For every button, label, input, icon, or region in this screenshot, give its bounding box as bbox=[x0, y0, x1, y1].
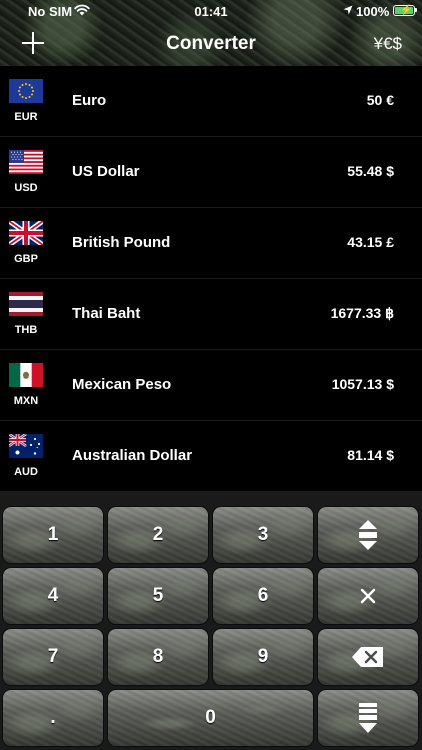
backspace-button[interactable] bbox=[317, 628, 419, 686]
currency-row-eur[interactable]: EUR Euro 50 € bbox=[0, 66, 422, 137]
currency-amount: 50 € bbox=[366, 92, 394, 108]
currency-amount: 1057.13 $ bbox=[331, 376, 394, 392]
key-7[interactable]: 7 bbox=[2, 628, 104, 686]
swap-button[interactable] bbox=[317, 506, 419, 564]
key-6[interactable]: 6 bbox=[212, 567, 314, 625]
currency-amount: 43.15 £ bbox=[347, 234, 394, 250]
currency-code: AUD bbox=[14, 466, 38, 478]
currency-row-usd[interactable]: USD US Dollar 55.48 $ bbox=[0, 137, 422, 208]
key-9[interactable]: 9 bbox=[212, 628, 314, 686]
currency-row-thb[interactable]: THB Thai Baht 1677.33 ฿ bbox=[0, 279, 422, 350]
uk-flag-icon bbox=[9, 221, 43, 245]
currency-name: Euro bbox=[72, 92, 107, 109]
currency-name: Australian Dollar bbox=[72, 447, 193, 464]
key-4[interactable]: 4 bbox=[2, 567, 104, 625]
currency-name: Mexican Peso bbox=[72, 376, 172, 393]
location-arrow-icon bbox=[343, 5, 353, 15]
key-5[interactable]: 5 bbox=[107, 567, 209, 625]
currency-code: MXN bbox=[13, 395, 39, 407]
page-title: Converter bbox=[166, 33, 256, 54]
nav-bar: Converter ¥€$ bbox=[0, 22, 422, 66]
currency-amount: 1677.33 ฿ bbox=[330, 305, 394, 321]
us-flag-icon bbox=[9, 150, 43, 174]
australia-flag-icon bbox=[9, 434, 43, 458]
thai-flag-icon bbox=[9, 292, 43, 316]
keypad: 1 2 3 4 5 6 7 8 9 . 0 bbox=[0, 492, 422, 750]
key-8[interactable]: 8 bbox=[107, 628, 209, 686]
currency-amount: 55.48 $ bbox=[347, 163, 394, 179]
currency-select-button[interactable]: ¥€$ bbox=[374, 34, 402, 54]
currency-name: Thai Baht bbox=[72, 305, 141, 322]
currency-row-aud[interactable]: AUD Australian Dollar 81.14 $ bbox=[0, 421, 422, 492]
collapse-button[interactable] bbox=[317, 689, 419, 747]
key-1[interactable]: 1 bbox=[2, 506, 104, 564]
battery-percent: 100% bbox=[356, 4, 390, 19]
battery-tip bbox=[415, 8, 417, 12]
currency-name: British Pound bbox=[72, 234, 171, 251]
currency-code: USD bbox=[14, 182, 38, 194]
header: No SIM 01:41 100% ⚡ Converter ¥€$ bbox=[0, 0, 422, 66]
mexico-flag-icon bbox=[9, 363, 43, 387]
key-2[interactable]: 2 bbox=[107, 506, 209, 564]
currency-row-gbp[interactable]: GBP British Pound 43.15 £ bbox=[0, 208, 422, 279]
battery-icon: ⚡ bbox=[393, 5, 415, 16]
currency-list: EUR Euro 50 € USD US Dollar 55.48 $ GBP … bbox=[0, 66, 422, 492]
status-bar: No SIM 01:41 100% ⚡ bbox=[0, 0, 422, 22]
eu-flag-icon bbox=[9, 79, 43, 103]
currency-code: EUR bbox=[14, 111, 38, 123]
currency-amount: 81.14 $ bbox=[347, 447, 394, 463]
currency-row-mxn[interactable]: MXN Mexican Peso 1057.13 $ bbox=[0, 350, 422, 421]
key-3[interactable]: 3 bbox=[212, 506, 314, 564]
currency-name: US Dollar bbox=[72, 163, 140, 180]
currency-code: THB bbox=[14, 324, 38, 336]
swap-up-down-icon bbox=[359, 520, 377, 550]
clear-button[interactable] bbox=[317, 567, 419, 625]
currency-code: GBP bbox=[14, 253, 38, 265]
close-icon bbox=[360, 588, 376, 604]
key-decimal[interactable]: . bbox=[2, 689, 104, 747]
backspace-icon bbox=[352, 647, 383, 667]
key-0[interactable]: 0 bbox=[107, 689, 314, 747]
collapse-down-icon bbox=[359, 703, 377, 733]
